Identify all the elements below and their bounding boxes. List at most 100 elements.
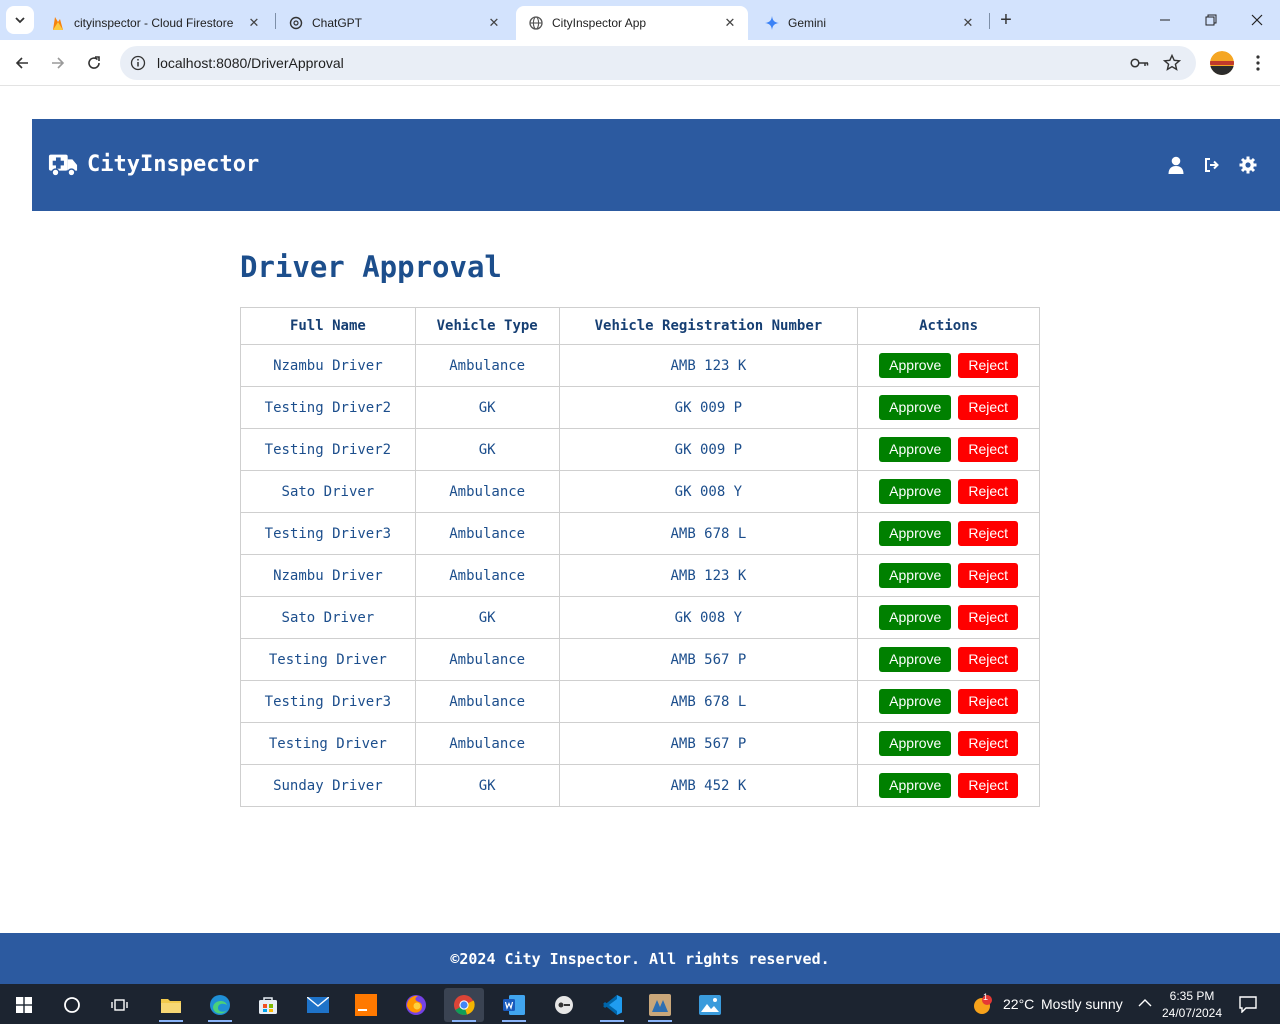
folder-icon [161, 999, 181, 1013]
reject-button[interactable]: Reject [958, 731, 1019, 756]
media-app-button[interactable] [544, 988, 584, 1022]
weather-temperature[interactable]: 22°C [1003, 996, 1034, 1012]
approve-button[interactable]: Approve [879, 479, 952, 504]
reload-button[interactable] [80, 49, 108, 77]
brand[interactable]: CityInspector [48, 149, 259, 179]
chrome-button[interactable] [444, 988, 484, 1022]
tab-cityinspector[interactable]: CityInspector App ✕ [516, 6, 748, 40]
user-icon[interactable] [1166, 155, 1186, 175]
reject-button[interactable]: Reject [958, 563, 1019, 588]
reject-button[interactable]: Reject [958, 353, 1019, 378]
cell-vehicle-type: GK [414, 764, 560, 807]
cell-actions: Approve Reject [857, 428, 1040, 471]
task-view-button[interactable] [100, 988, 140, 1022]
cell-vehicle-type: Ambulance [414, 680, 560, 723]
app-footer: ©2024 City Inspector. All rights reserve… [0, 933, 1280, 984]
new-tab-button[interactable]: + [994, 8, 1018, 32]
reject-button[interactable]: Reject [958, 521, 1019, 546]
approve-button[interactable]: Approve [879, 563, 952, 588]
clock-time: 6:35 PM [1169, 989, 1215, 1003]
cell-full-name: Testing Driver3 [240, 512, 416, 555]
reject-button[interactable]: Reject [958, 689, 1019, 714]
orange-app-button[interactable] [346, 988, 386, 1022]
cell-actions: Approve Reject [857, 722, 1040, 765]
reject-button[interactable]: Reject [958, 773, 1019, 798]
photo-app-icon [649, 994, 671, 1016]
logout-icon[interactable] [1202, 155, 1222, 175]
restore-button[interactable] [1188, 0, 1234, 40]
address-bar[interactable]: localhost:8080/DriverApproval [120, 46, 1196, 80]
vscode-button[interactable] [592, 988, 632, 1022]
system-clock[interactable]: 6:35 PM 24/07/2024 [1158, 988, 1226, 1022]
table-row: Sunday Driver GK AMB 452 K Approve Reject [240, 764, 1040, 807]
restore-icon [1205, 14, 1217, 26]
close-icon[interactable]: ✕ [960, 15, 976, 31]
gemini-icon [764, 15, 780, 31]
photos-app-button[interactable] [640, 988, 680, 1022]
column-header-registration: Vehicle Registration Number [558, 307, 859, 345]
cell-registration-number: AMB 123 K [558, 554, 859, 597]
password-key-icon[interactable] [1130, 53, 1150, 73]
approve-button[interactable]: Approve [879, 437, 952, 462]
approve-button[interactable]: Approve [879, 353, 952, 378]
approve-button[interactable]: Approve [879, 395, 952, 420]
close-icon[interactable]: ✕ [246, 15, 262, 31]
weather-condition[interactable]: Mostly sunny [1041, 996, 1123, 1012]
reject-button[interactable]: Reject [958, 437, 1019, 462]
arrow-right-icon [52, 57, 65, 69]
profile-avatar[interactable] [1210, 51, 1234, 75]
store-bag-icon [259, 997, 277, 1014]
table-header-row: Full Name Vehicle Type Vehicle Registrat… [240, 307, 1040, 345]
store-button[interactable] [248, 988, 288, 1022]
edge-button[interactable] [200, 988, 240, 1022]
reject-button[interactable]: Reject [958, 395, 1019, 420]
firefox-button[interactable] [396, 988, 436, 1022]
cell-registration-number: GK 008 Y [558, 596, 859, 639]
cell-vehicle-type: Ambulance [414, 512, 560, 555]
globe-icon [528, 15, 544, 31]
site-info-icon[interactable] [128, 53, 148, 73]
reject-button[interactable]: Reject [958, 479, 1019, 504]
cell-vehicle-type: Ambulance [414, 470, 560, 513]
tab-chatgpt[interactable]: ChatGPT ✕ [276, 6, 512, 40]
photos-button[interactable] [690, 988, 730, 1022]
file-explorer-button[interactable] [151, 988, 191, 1022]
cell-actions: Approve Reject [857, 512, 1040, 555]
close-icon[interactable]: ✕ [486, 15, 502, 31]
forward-button[interactable] [44, 49, 72, 77]
tab-firestore[interactable]: cityinspector - Cloud Firestore ✕ [38, 6, 272, 40]
reject-button[interactable]: Reject [958, 647, 1019, 672]
approve-button[interactable]: Approve [879, 647, 952, 672]
reject-button[interactable]: Reject [958, 605, 1019, 630]
approve-button[interactable]: Approve [879, 521, 952, 546]
close-icon[interactable]: ✕ [722, 15, 738, 31]
approve-button[interactable]: Approve [879, 773, 952, 798]
chatgpt-icon [288, 15, 304, 31]
cell-full-name: Nzambu Driver [240, 554, 416, 597]
column-header-full-name: Full Name [240, 307, 416, 345]
approve-button[interactable]: Approve [879, 605, 952, 630]
cell-vehicle-type: Ambulance [414, 722, 560, 765]
chevron-up-icon[interactable] [1138, 998, 1152, 1008]
tab-gemini[interactable]: Gemini ✕ [752, 6, 986, 40]
approve-button[interactable]: Approve [879, 689, 952, 714]
minimize-icon [1160, 19, 1170, 21]
search-button[interactable] [52, 988, 92, 1022]
mail-button[interactable] [298, 988, 338, 1022]
close-window-button[interactable] [1234, 0, 1280, 40]
chevron-down-icon [15, 17, 25, 24]
mail-icon [307, 997, 329, 1013]
start-button[interactable] [4, 988, 44, 1022]
bookmark-star-icon[interactable] [1162, 53, 1182, 73]
word-button[interactable] [494, 988, 534, 1022]
approve-button[interactable]: Approve [879, 731, 952, 756]
settings-gear-icon[interactable] [1238, 155, 1258, 175]
tab-search-button[interactable] [6, 6, 34, 34]
cell-actions: Approve Reject [857, 638, 1040, 681]
browser-menu-button[interactable] [1247, 52, 1269, 74]
tab-separator [989, 13, 990, 29]
notifications-icon[interactable] [1239, 996, 1257, 1013]
back-button[interactable] [8, 49, 36, 77]
minimize-button[interactable] [1142, 0, 1188, 40]
chrome-icon [454, 995, 475, 1015]
